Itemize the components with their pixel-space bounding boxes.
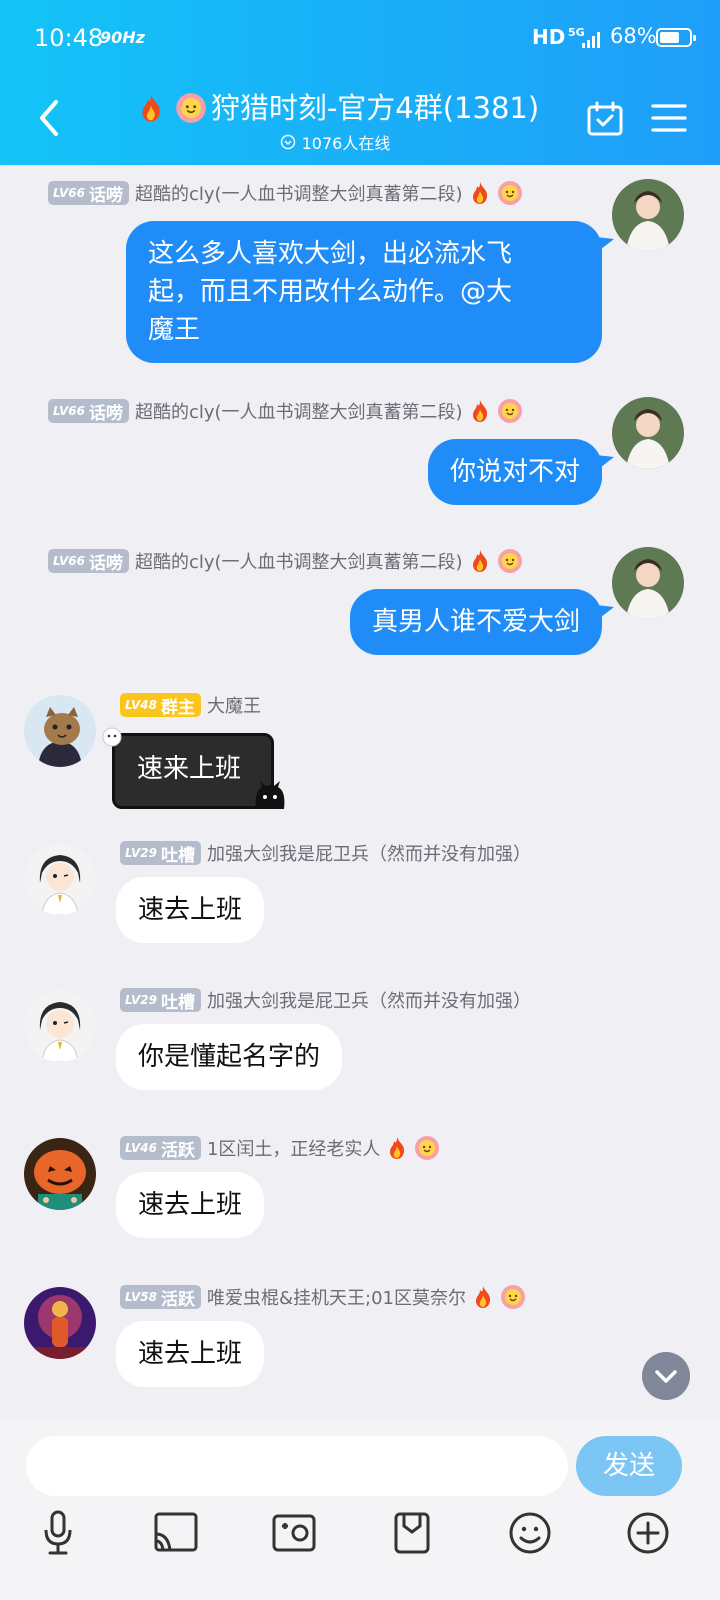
sender-name: 超酷的cly(一人血书调整大剑真蓄第二段) [134, 402, 463, 423]
message-input[interactable] [26, 1436, 568, 1496]
plus-icon[interactable] [618, 1508, 678, 1558]
scroll-to-bottom-button[interactable] [642, 1352, 690, 1400]
level-badge: LV46 活跃 [120, 1136, 201, 1161]
cat-sticker-icon [255, 781, 285, 809]
calendar-checkin-icon[interactable] [586, 100, 624, 138]
bubble-tail [596, 605, 614, 621]
level-badge: LV58 活跃 [120, 1285, 201, 1310]
avatar[interactable] [612, 397, 684, 469]
emoji-icon[interactable] [500, 1508, 560, 1558]
avatar[interactable] [24, 695, 96, 767]
avatar[interactable] [24, 843, 96, 915]
level-badge: LV29 吐槽 [120, 841, 201, 866]
message-bubble[interactable]: 你是懂起名字的 [116, 1024, 343, 1090]
sender-meta: LV46 活跃 1区闰土，正经老实人 [120, 1134, 440, 1162]
flower-icon [176, 93, 206, 123]
file-icon[interactable] [382, 1508, 442, 1558]
avatar[interactable] [612, 547, 684, 619]
refresh-rate: 90Hz [100, 28, 145, 47]
level-badge: LV29 吐槽 [120, 988, 201, 1013]
avatar[interactable] [24, 1138, 96, 1210]
flower-icon [497, 181, 522, 205]
sender-name: 加强大剑我是屁卫兵（然而并没有加强） [206, 844, 531, 865]
message-bubble[interactable]: 你说对不对 [427, 439, 602, 505]
owner-badge: LV48 群主 [120, 693, 201, 718]
fire-icon [390, 1137, 405, 1159]
fire-icon [476, 1286, 491, 1308]
flower-icon [497, 549, 522, 573]
flower-icon [497, 399, 522, 423]
battery-icon [656, 28, 696, 47]
bubble-tail [596, 455, 614, 471]
sender-meta: LV58 活跃 唯爱虫棍&挂机天王;01区莫奈尔 [120, 1283, 526, 1311]
online-count: 1076人在线 [301, 134, 391, 153]
send-button[interactable]: 发送 [576, 1436, 682, 1496]
group-title: 狩猎时刻-官方4群(1381) [210, 91, 540, 125]
fire-icon [142, 94, 160, 122]
fire-icon [472, 400, 487, 422]
sender-name: 超酷的cly(一人血书调整大剑真蓄第二段) [134, 552, 463, 573]
fire-icon [472, 182, 487, 204]
sender-meta: LV29 吐槽 加强大剑我是屁卫兵（然而并没有加强） [120, 986, 531, 1014]
sender-name: 大魔王 [206, 696, 261, 717]
avatar[interactable] [24, 990, 96, 1062]
message-bubble[interactable]: 速去上班 [116, 877, 265, 943]
sender-meta: LV66 话唠 超酷的cly(一人血书调整大剑真蓄第二段) [48, 397, 523, 425]
message-bubble[interactable]: 这么多人喜欢大剑，出必流水飞 起，而且不用改什么动作。@大 魔王 [126, 221, 602, 363]
sender-name: 唯爱虫棍&挂机天王;01区莫奈尔 [206, 1288, 466, 1309]
flower-icon [501, 1285, 525, 1309]
sender-name: 1区闰土，正经老实人 [206, 1139, 381, 1160]
group-title-area[interactable]: 狩猎时刻-官方4群(1381) 1076人在线 [100, 88, 570, 158]
cast-icon[interactable] [146, 1508, 206, 1558]
avatar[interactable] [24, 1287, 96, 1359]
bubble-tail [596, 237, 614, 253]
message-bubble[interactable]: 真男人谁不爱大剑 [349, 589, 602, 655]
status-time: 10:48 [34, 24, 104, 52]
photo-icon[interactable] [264, 1508, 324, 1558]
fire-icon [472, 550, 487, 572]
message-bubble[interactable]: 速去上班 [116, 1321, 265, 1387]
sender-meta: LV29 吐槽 加强大剑我是屁卫兵（然而并没有加强） [120, 839, 531, 867]
sender-name: 加强大剑我是屁卫兵（然而并没有加强） [206, 991, 531, 1012]
status-bar: 10:48 90Hz HD 5G 68% [0, 0, 720, 72]
battery-percent: 68% [610, 24, 657, 48]
chat-messages[interactable]: LV66 话唠 超酷的cly(一人血书调整大剑真蓄第二段) 这么多人喜欢大剑，出必… [0, 165, 720, 1450]
message-bubble[interactable]: 速来上班 [112, 733, 274, 809]
back-button[interactable] [34, 98, 64, 138]
level-badge: LV66 话唠 [48, 549, 129, 574]
avatar[interactable] [612, 179, 684, 251]
sender-meta: LV48 群主 大魔王 [120, 691, 261, 719]
sender-meta: LV66 话唠 超酷的cly(一人血书调整大剑真蓄第二段) [48, 547, 523, 575]
sender-name: 超酷的cly(一人血书调整大剑真蓄第二段) [134, 184, 463, 205]
chat-header: 10:48 90Hz HD 5G 68% 狩猎时刻-官方4群(1381) 107… [0, 0, 720, 165]
battery-fill [660, 32, 679, 43]
signal-icon [582, 32, 600, 48]
level-badge: LV66 话唠 [48, 399, 129, 424]
level-badge: LV66 话唠 [48, 181, 129, 206]
menu-icon[interactable] [651, 102, 687, 134]
input-bar: 发送 [0, 1420, 720, 1600]
mic-icon[interactable] [28, 1508, 88, 1558]
hd-indicator: HD [532, 25, 566, 49]
online-icon [280, 134, 295, 150]
flower-icon [415, 1136, 440, 1160]
sender-meta: LV66 话唠 超酷的cly(一人血书调整大剑真蓄第二段) [48, 179, 523, 207]
message-bubble[interactable]: 速去上班 [116, 1172, 265, 1238]
ghost-sticker-icon [102, 727, 122, 747]
